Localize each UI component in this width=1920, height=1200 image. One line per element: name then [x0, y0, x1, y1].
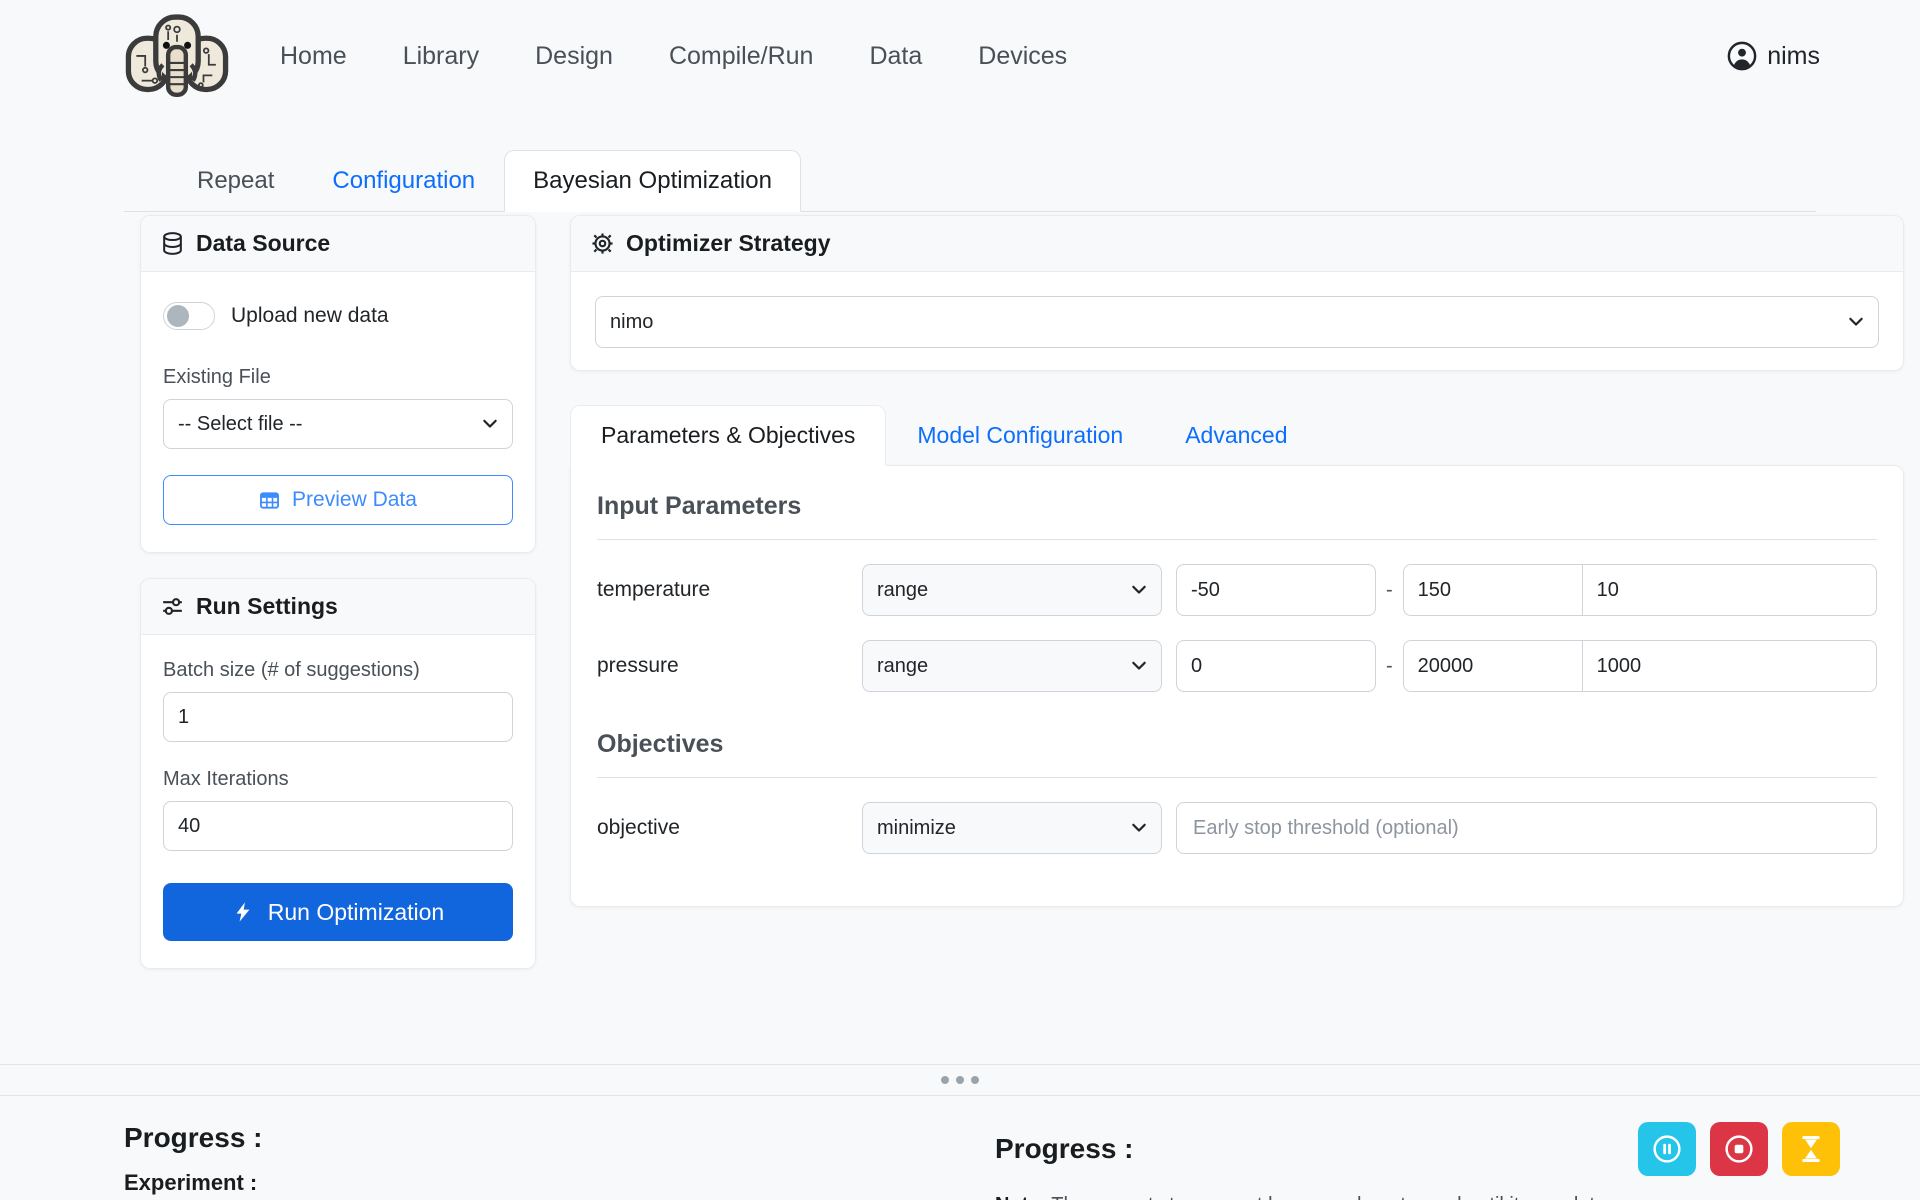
- experiment-label: Experiment :: [124, 1170, 940, 1196]
- username: nims: [1767, 42, 1820, 71]
- tab-bayesian-optimization[interactable]: Bayesian Optimization: [504, 150, 801, 212]
- database-icon: [161, 232, 184, 255]
- nav-item-devices[interactable]: Devices: [978, 42, 1067, 71]
- splitter-dot: [941, 1076, 949, 1084]
- tab-advanced[interactable]: Advanced: [1154, 405, 1318, 466]
- run-progress-header: Progress :: [995, 1122, 1840, 1176]
- top-nav: Home Library Design Compile/Run Data Dev…: [0, 0, 1920, 112]
- hourglass-icon: [1796, 1134, 1826, 1164]
- parameter-name: pressure: [597, 654, 862, 678]
- nav-item-data[interactable]: Data: [869, 42, 922, 71]
- range-max-input[interactable]: [1403, 640, 1583, 692]
- person-circle-icon: [1727, 41, 1757, 71]
- run-settings-header: Run Settings: [141, 579, 535, 635]
- max-iterations-input[interactable]: [163, 801, 513, 851]
- progress-label-right: Progress :: [995, 1133, 1134, 1165]
- config-tab-bar: Parameters & Objectives Model Configurat…: [570, 405, 1904, 465]
- toggle-knob: [167, 305, 189, 327]
- tab-model-configuration[interactable]: Model Configuration: [886, 405, 1154, 466]
- upload-new-data-toggle[interactable]: [163, 302, 215, 330]
- upload-toggle-label: Upload new data: [231, 304, 389, 328]
- run-progress-pane: Progress :: [995, 1122, 1840, 1200]
- main-tab-bar: Repeat Configuration Bayesian Optimizati…: [124, 150, 1816, 212]
- parameter-row-temperature: temperature range -: [597, 564, 1877, 616]
- range-separator: -: [1376, 579, 1403, 602]
- data-source-card: Data Source Upload new data Existing Fil…: [140, 215, 536, 553]
- preview-data-button[interactable]: Preview Data: [163, 475, 513, 525]
- range-step-input[interactable]: [1582, 640, 1877, 692]
- data-source-header: Data Source: [141, 216, 535, 272]
- progress-label-left: Progress :: [124, 1122, 940, 1154]
- parameters-objectives-panel: Input Parameters temperature range -: [570, 465, 1904, 907]
- pause-button[interactable]: [1638, 1122, 1696, 1176]
- optimizer-strategy-select[interactable]: nimo: [595, 296, 1879, 348]
- tab-repeat[interactable]: Repeat: [168, 150, 303, 212]
- existing-file-select[interactable]: -- Select file --: [163, 399, 513, 449]
- objectives-title: Objectives: [597, 730, 1877, 778]
- wait-button[interactable]: [1782, 1122, 1840, 1176]
- optimizer-strategy-header: Optimizer Strategy: [571, 216, 1903, 272]
- objective-row: objective minimize: [597, 802, 1877, 854]
- nav-item-home[interactable]: Home: [280, 42, 347, 71]
- nav-item-library[interactable]: Library: [403, 42, 479, 71]
- objective-name: objective: [597, 816, 862, 840]
- gear-icon: [591, 232, 614, 255]
- pause-circle-icon: [1652, 1134, 1682, 1164]
- range-step-input[interactable]: [1582, 564, 1877, 616]
- run-settings-body: Batch size (# of suggestions) Max Iterat…: [141, 635, 535, 968]
- splitter-dot: [971, 1076, 979, 1084]
- tab-parameters-objectives[interactable]: Parameters & Objectives: [570, 405, 886, 466]
- parameter-type-select[interactable]: range: [862, 640, 1162, 692]
- max-iterations-label: Max Iterations: [163, 768, 513, 791]
- splitter-dot: [956, 1076, 964, 1084]
- range-inputs: -: [1176, 564, 1877, 616]
- optimizer-strategy-body: nimo: [571, 272, 1903, 370]
- objective-direction-select[interactable]: minimize: [862, 802, 1162, 854]
- run-settings-card: Run Settings Batch size (# of suggestion…: [140, 578, 536, 969]
- tab-configuration[interactable]: Configuration: [303, 150, 504, 212]
- stop-circle-icon: [1724, 1134, 1754, 1164]
- range-inputs: -: [1176, 640, 1877, 692]
- range-max-input[interactable]: [1403, 564, 1583, 616]
- existing-file-label: Existing File: [163, 366, 513, 389]
- range-min-input[interactable]: [1176, 640, 1376, 692]
- batch-size-input[interactable]: [163, 692, 513, 742]
- parameter-type-select[interactable]: range: [862, 564, 1162, 616]
- app-logo-elephant-icon[interactable]: [124, 10, 230, 102]
- run-settings-title: Run Settings: [196, 593, 338, 620]
- user-menu[interactable]: nims: [1727, 41, 1820, 71]
- data-source-title: Data Source: [196, 230, 330, 257]
- bottom-section: Progress : Experiment : objective = deck…: [0, 1096, 1920, 1200]
- run-control-buttons: [1638, 1122, 1840, 1176]
- left-column: Data Source Upload new data Existing Fil…: [140, 215, 536, 969]
- lightning-icon: [232, 901, 254, 923]
- main-navigation: Home Library Design Compile/Run Data Dev…: [280, 42, 1067, 71]
- early-stop-threshold-input[interactable]: [1176, 802, 1877, 854]
- batch-size-label: Batch size (# of suggestions): [163, 659, 513, 682]
- note-text: Note: The current step cannot be paused …: [995, 1194, 1840, 1200]
- nav-item-design[interactable]: Design: [535, 42, 613, 71]
- main-content: Data Source Upload new data Existing Fil…: [140, 215, 1816, 969]
- stop-button[interactable]: [1710, 1122, 1768, 1176]
- input-parameters-title: Input Parameters: [597, 492, 1877, 540]
- splitter-handle[interactable]: [0, 1064, 1920, 1096]
- optimizer-strategy-card: Optimizer Strategy nimo: [570, 215, 1904, 371]
- note-bold: Note:: [995, 1194, 1046, 1200]
- parameter-name: temperature: [597, 578, 862, 602]
- nav-item-compile-run[interactable]: Compile/Run: [669, 42, 814, 71]
- range-separator: -: [1376, 655, 1403, 678]
- sliders-icon: [161, 595, 184, 618]
- upload-toggle-row: Upload new data: [163, 302, 513, 330]
- run-optimization-button[interactable]: Run Optimization: [163, 883, 513, 941]
- run-optimization-label: Run Optimization: [268, 899, 444, 926]
- range-min-input[interactable]: [1176, 564, 1376, 616]
- right-column: Optimizer Strategy nimo Parameters & Obj…: [570, 215, 1904, 907]
- preview-data-label: Preview Data: [292, 488, 417, 512]
- app-window: Home Library Design Compile/Run Data Dev…: [0, 0, 1920, 1200]
- table-icon: [259, 490, 280, 511]
- optimizer-strategy-title: Optimizer Strategy: [626, 230, 831, 257]
- parameter-row-pressure: pressure range -: [597, 640, 1877, 692]
- data-source-body: Upload new data Existing File -- Select …: [141, 272, 535, 552]
- experiment-progress-pane: Progress : Experiment : objective = deck…: [124, 1122, 940, 1200]
